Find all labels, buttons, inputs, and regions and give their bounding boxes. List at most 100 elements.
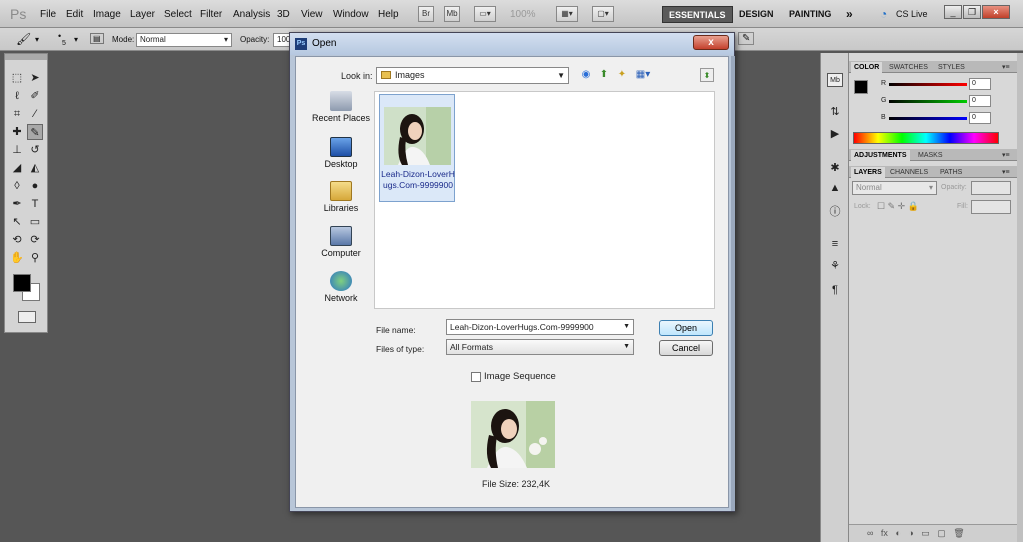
eyedropper-tool-icon[interactable]: ⁄ (27, 106, 43, 122)
actions-panel-icon[interactable]: ▶ (827, 127, 843, 141)
workspace-essentials[interactable]: ESSENTIALS (662, 6, 733, 23)
blur-tool-icon[interactable]: ◊ (9, 178, 25, 194)
paint-bucket-tool-icon[interactable]: ◭ (27, 160, 43, 176)
histogram-panel-icon[interactable]: ▲ (827, 181, 843, 195)
file-name-input[interactable]: Leah-Dizon-LoverHugs.Com-9999900 ▼ (446, 319, 634, 335)
files-of-type-select[interactable]: All Formats ▼ (446, 339, 634, 355)
menu-layer[interactable]: Layer (130, 9, 155, 20)
file-name-dropdown-icon[interactable]: ▼ (623, 320, 630, 334)
bridge-button[interactable]: Br (418, 6, 434, 22)
close-app-button[interactable]: × (982, 5, 1010, 19)
shape-tool-icon[interactable]: ▭ (27, 214, 43, 230)
pen-tool-icon[interactable]: ✒ (9, 196, 25, 212)
brush-tool-icon[interactable]: 🖌 (16, 32, 31, 46)
info-panel-icon[interactable]: ⓘ (827, 205, 843, 219)
place-network[interactable]: Network (308, 271, 374, 303)
lock-icons[interactable]: ☐ ✎ ✛ 🔒 (877, 201, 919, 212)
navigator-panel-icon[interactable]: ✱ (827, 161, 843, 175)
path-select-tool-icon[interactable]: ↖ (9, 214, 25, 230)
history-panel-icon[interactable]: ⇅ (827, 105, 843, 119)
crop-tool-icon[interactable]: ⌗ (9, 106, 25, 122)
menu-select[interactable]: Select (164, 9, 192, 20)
layers-menu-icon[interactable]: ▾≡ (999, 167, 1013, 178)
more-workspaces-icon[interactable]: » (846, 6, 853, 23)
tab-styles[interactable]: STYLES (935, 62, 968, 73)
panel-menu-icon[interactable]: ▾≡ (999, 62, 1013, 73)
dialog-close-button[interactable]: x (693, 35, 729, 50)
menu-window[interactable]: Window (333, 9, 369, 20)
brush-picker-icon[interactable]: • (58, 31, 61, 41)
tab-adjustments[interactable]: ADJUSTMENTS (851, 150, 910, 161)
screen-mode-button[interactable]: ▢▾ (592, 6, 614, 22)
tab-paths[interactable]: PATHS (937, 167, 965, 178)
brush-tool-icon-toolbox[interactable]: ✎ (27, 124, 43, 140)
foreground-color-swatch[interactable] (13, 274, 31, 292)
airbrush-icon[interactable]: ✎ (738, 32, 755, 45)
restore-button[interactable]: ❐ (963, 5, 981, 19)
place-desktop[interactable]: Desktop (308, 137, 374, 169)
file-item[interactable]: Leah-Dizon-LoverHugs.Com-9999900 (379, 94, 455, 202)
history-brush-tool-icon[interactable]: ↺ (27, 142, 43, 158)
type-tool-icon[interactable]: T (27, 196, 43, 212)
quick-mask-button[interactable] (18, 311, 36, 323)
place-recent-places[interactable]: Recent Places (308, 91, 374, 123)
menu-3d[interactable]: 3D (277, 9, 290, 20)
brush-picker-arrow-icon[interactable]: ▾ (74, 35, 78, 44)
menu-help[interactable]: Help (378, 9, 399, 20)
look-in-select[interactable]: Images ▼ (376, 67, 569, 84)
brush-size[interactable]: 5 (62, 40, 66, 47)
green-slider[interactable] (889, 100, 967, 103)
layers-footer-icons[interactable]: ∞ fx ◐ ◑ ▭ ▢ 🗑 (867, 528, 965, 539)
tool-preset-arrow-icon[interactable]: ▾ (35, 35, 39, 44)
blue-slider[interactable] (889, 117, 967, 120)
color-spectrum[interactable] (853, 132, 999, 144)
eraser-tool-icon[interactable]: ◢ (9, 160, 25, 176)
bridge-browse-icon[interactable]: ⬍ (700, 68, 714, 82)
tab-layers[interactable]: LAYERS (851, 167, 885, 178)
3d-rotate-tool-icon[interactable]: ⟲ (9, 232, 25, 248)
blue-value[interactable]: 0 (969, 112, 991, 124)
image-sequence-checkbox[interactable] (471, 372, 481, 382)
healing-brush-tool-icon[interactable]: ✚ (9, 124, 25, 140)
zoom-level[interactable]: 100% (510, 9, 536, 20)
brush-presets-panel-icon[interactable]: ≡ (827, 237, 843, 251)
toolbox-header[interactable] (5, 54, 47, 60)
clone-stamp-tool-icon[interactable]: ⊥ (9, 142, 25, 158)
cancel-button[interactable]: Cancel (659, 340, 713, 356)
up-folder-icon[interactable]: ⬆ (597, 68, 611, 82)
tab-swatches[interactable]: SWATCHES (886, 62, 931, 73)
tab-masks[interactable]: MASKS (915, 150, 946, 161)
file-list[interactable]: Leah-Dizon-LoverHugs.Com-9999900 (374, 91, 715, 309)
blend-mode-select[interactable]: Normal ▾ (852, 181, 937, 195)
menu-view[interactable]: View (301, 9, 323, 20)
red-slider[interactable] (889, 83, 967, 86)
dodge-tool-icon[interactable]: ● (27, 178, 43, 194)
panels-scrollbar[interactable] (1017, 53, 1023, 542)
new-folder-icon[interactable]: ✦ (615, 68, 629, 82)
opacity-input[interactable]: 100 (273, 33, 290, 47)
view-menu-icon[interactable]: ▦▾ (633, 68, 653, 82)
cs-live-icon[interactable]: ◔ (880, 6, 887, 23)
open-button[interactable]: Open (659, 320, 713, 336)
dialog-title-bar[interactable]: Ps Open x (290, 33, 734, 55)
mode-select[interactable]: Normal ▾ (136, 33, 232, 47)
clone-source-panel-icon[interactable]: ⚘ (827, 259, 843, 273)
workspace-painting[interactable]: PAINTING (789, 6, 831, 23)
tab-color[interactable]: COLOR (851, 62, 883, 73)
arrange-documents-button[interactable]: ▦▾ (556, 6, 578, 22)
green-value[interactable]: 0 (969, 95, 991, 107)
brush-panel-icon[interactable]: ▤ (90, 33, 104, 44)
hand-tool-icon[interactable]: ✋ (9, 250, 25, 266)
adjustments-menu-icon[interactable]: ▾≡ (999, 150, 1013, 161)
place-computer[interactable]: Computer (308, 226, 374, 258)
fill-input[interactable] (971, 200, 1011, 214)
place-libraries[interactable]: Libraries (308, 181, 374, 213)
color-fg-swatch[interactable] (854, 80, 868, 94)
menu-analysis[interactable]: Analysis (233, 9, 270, 20)
layer-opacity-input[interactable] (971, 181, 1011, 195)
workspace-design[interactable]: DESIGN (739, 6, 774, 23)
zoom-tool-icon[interactable]: ⚲ (27, 250, 43, 266)
move-tool-icon[interactable]: ➤ (27, 70, 43, 86)
menu-file[interactable]: File (40, 9, 56, 20)
minimize-button[interactable]: _ (944, 5, 962, 19)
